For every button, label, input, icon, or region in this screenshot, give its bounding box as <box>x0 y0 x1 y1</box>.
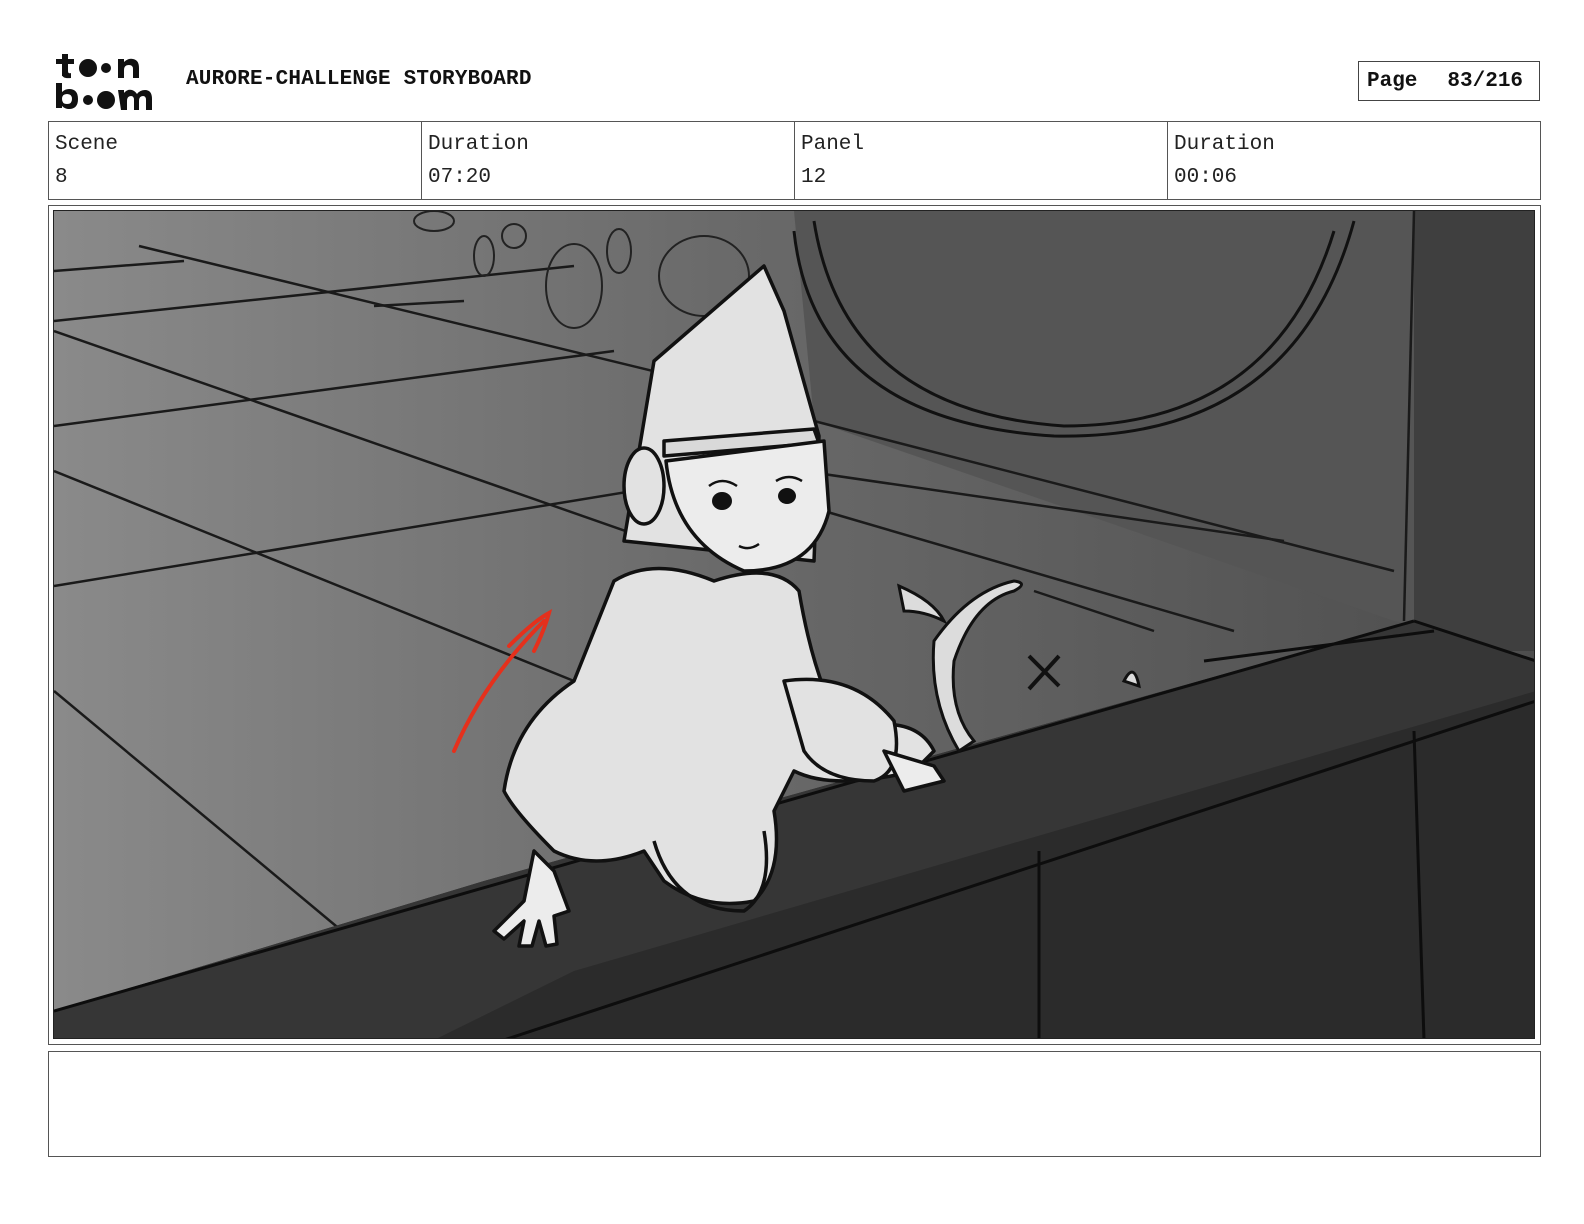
storyboard-panel-image <box>53 210 1535 1039</box>
panel-label: Panel <box>801 133 865 156</box>
panel-notes-box <box>48 1051 1541 1157</box>
scene-value: 8 <box>55 166 68 189</box>
page-label: Page <box>1367 69 1418 93</box>
document-title: AURORE-CHALLENGE STORYBOARD <box>186 68 532 91</box>
scene-duration-cell: Duration 07:20 <box>422 122 795 199</box>
scene-duration-value: 07:20 <box>428 166 492 189</box>
scene-cell: Scene 8 <box>49 122 422 199</box>
panel-cell: Panel 12 <box>795 122 1168 199</box>
panel-value: 12 <box>801 166 827 189</box>
toonboom-logo <box>56 54 152 110</box>
panel-duration-label: Duration <box>1174 133 1275 156</box>
scene-label: Scene <box>55 133 119 156</box>
panel-info-row: Scene 8 Duration 07:20 Panel 12 Duration… <box>48 121 1541 200</box>
panel-duration-cell: Duration 00:06 <box>1168 122 1540 199</box>
panel-duration-value: 00:06 <box>1174 166 1238 189</box>
storyboard-panel-frame <box>48 205 1541 1045</box>
scene-duration-label: Duration <box>428 133 529 156</box>
page-number: 83/216 <box>1447 69 1524 93</box>
page-indicator: Page 83/216 <box>1358 61 1540 101</box>
